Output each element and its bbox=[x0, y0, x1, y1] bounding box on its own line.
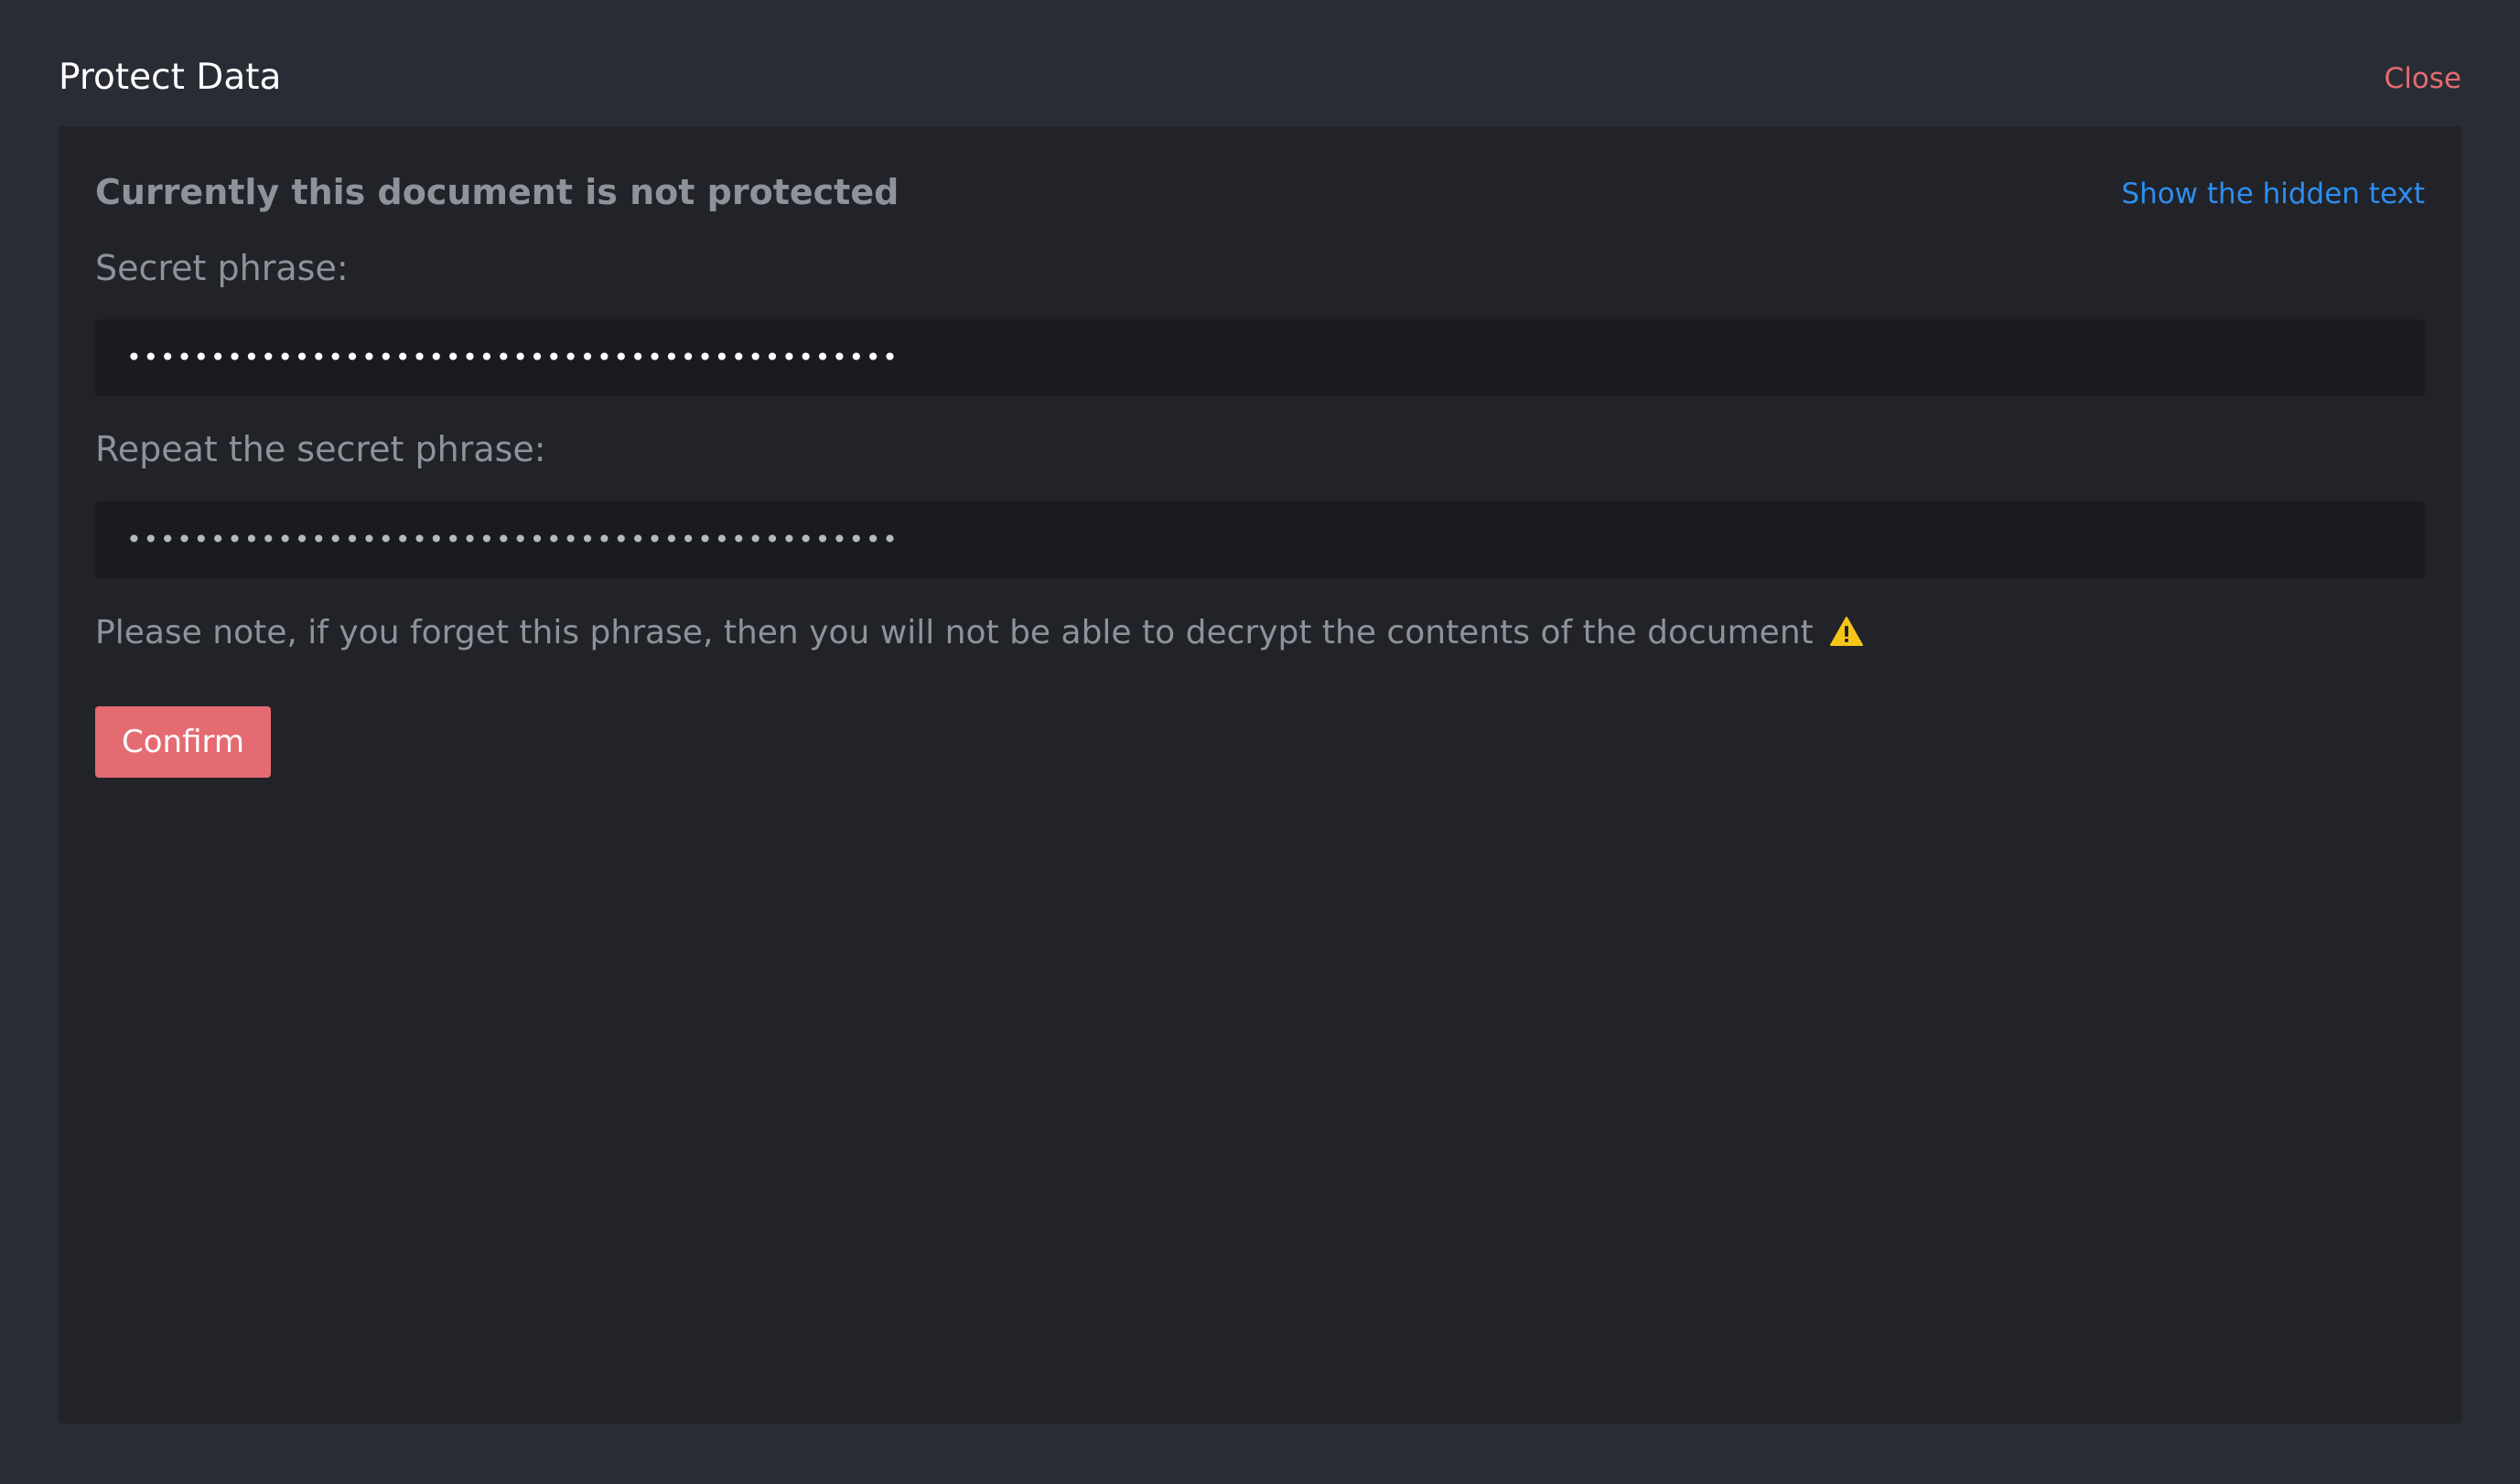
show-hidden-text-link[interactable]: Show the hidden text bbox=[2121, 176, 2425, 212]
warning-icon bbox=[1829, 615, 1864, 659]
secret-phrase-input[interactable]: ••••••••••••••••••••••••••••••••••••••••… bbox=[95, 319, 2425, 396]
protect-data-dialog: Protect Data Close Currently this docume… bbox=[0, 0, 2520, 1484]
protection-status-heading: Currently this document is not protected bbox=[95, 172, 899, 212]
confirm-button[interactable]: Confirm bbox=[95, 706, 271, 778]
note-text: Please note, if you forget this phrase, … bbox=[95, 614, 1814, 651]
close-button[interactable]: Close bbox=[2385, 60, 2461, 97]
secret-phrase-label: Secret phrase: bbox=[95, 248, 349, 288]
dialog-title: Protect Data bbox=[59, 57, 282, 98]
repeat-secret-phrase-label: Repeat the secret phrase: bbox=[95, 429, 546, 469]
forget-phrase-note: Please note, if you forget this phrase, … bbox=[95, 611, 1864, 659]
repeat-secret-phrase-input[interactable]: ••••••••••••••••••••••••••••••••••••••••… bbox=[95, 501, 2425, 578]
protect-panel: Currently this document is not protected… bbox=[59, 126, 2461, 1424]
